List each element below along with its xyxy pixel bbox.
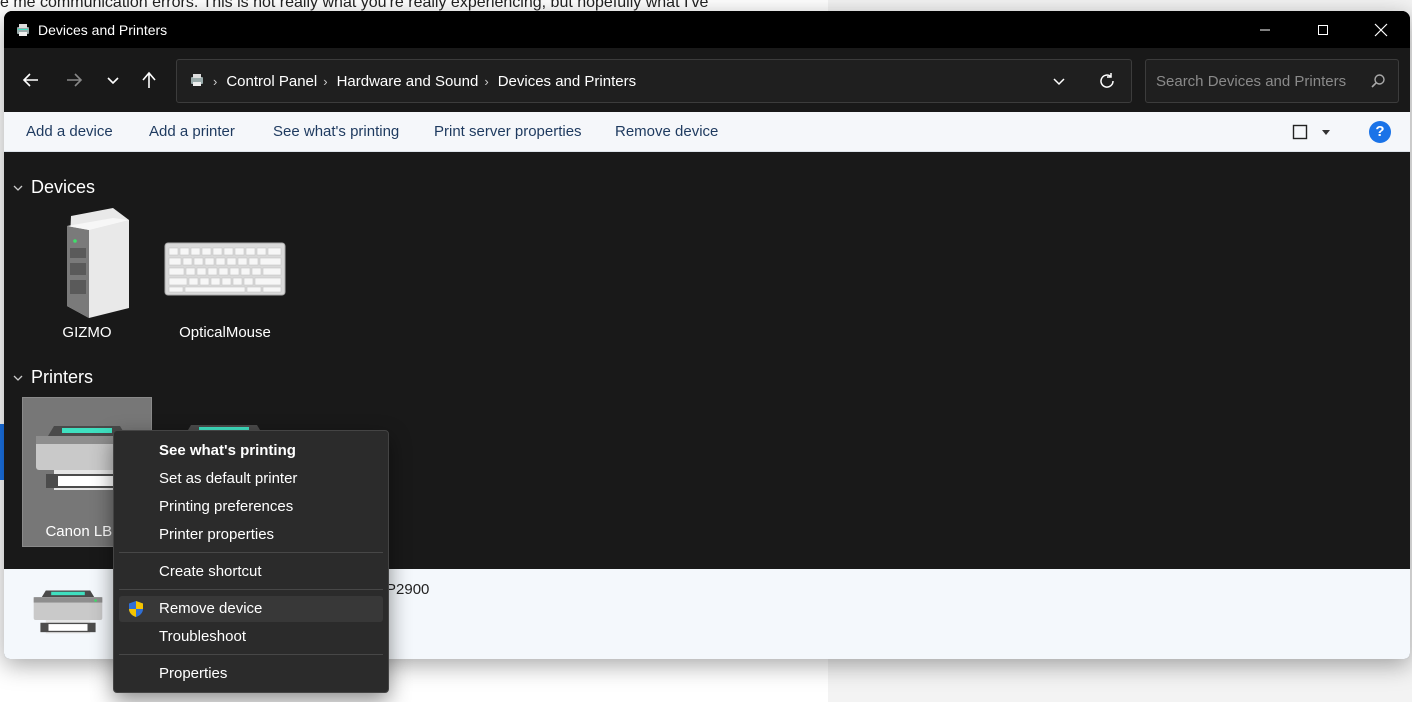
menu-item-see-whats-printing[interactable]: See what's printing — [119, 438, 383, 464]
device-label: GIZMO — [62, 324, 112, 341]
view-pane-icon — [1292, 124, 1308, 140]
devices-printers-app-icon — [14, 21, 32, 39]
add-printer-button[interactable]: Add a printer — [149, 112, 235, 152]
arrow-right-icon — [67, 73, 83, 87]
breadcrumb-devices-and-printers[interactable]: Devices and Printers — [498, 73, 636, 90]
search-input[interactable] — [1156, 72, 1356, 90]
refresh-button[interactable] — [1083, 60, 1131, 102]
search-box[interactable] — [1145, 59, 1399, 103]
menu-item-troubleshoot[interactable]: Troubleshoot — [119, 624, 383, 650]
device-gizmo[interactable]: GIZMO — [22, 208, 152, 348]
printer-icon — [33, 590, 103, 634]
recent-locations-button[interactable] — [97, 65, 129, 95]
breadcrumb-separator-icon[interactable]: › — [484, 74, 488, 89]
printer-context-menu: See what's printing Set as default print… — [113, 430, 389, 693]
arrow-left-icon — [22, 73, 38, 87]
change-view-button[interactable] — [1292, 123, 1340, 141]
menu-item-set-default-printer[interactable]: Set as default printer — [119, 466, 383, 492]
back-button[interactable] — [15, 65, 47, 95]
window-title: Devices and Printers — [38, 21, 168, 38]
menu-separator — [119, 552, 383, 553]
breadcrumb-control-panel[interactable]: Control Panel — [226, 73, 317, 90]
group-title: Devices — [31, 177, 96, 197]
caret-down-icon — [1322, 130, 1330, 135]
devices-group-header[interactable]: Devices — [12, 177, 95, 198]
computer-tower-icon — [67, 208, 129, 318]
device-opticalmouse[interactable]: OpticalMouse — [160, 208, 290, 348]
menu-separator — [119, 589, 383, 590]
chevron-down-icon — [107, 77, 119, 85]
arrow-up-icon — [142, 71, 156, 88]
address-history-button[interactable] — [1035, 60, 1083, 102]
see-whats-printing-button[interactable]: See what's printing — [273, 112, 399, 152]
minimize-icon — [1260, 29, 1270, 30]
print-server-properties-button[interactable]: Print server properties — [434, 112, 582, 152]
chevron-down-icon — [13, 375, 23, 381]
uac-shield-icon — [127, 600, 145, 627]
menu-separator — [119, 654, 383, 655]
menu-item-label: Remove device — [159, 600, 263, 617]
help-button[interactable]: ? — [1369, 121, 1391, 143]
menu-item-printer-properties[interactable]: Printer properties — [119, 522, 383, 548]
control-panel-location-icon — [189, 72, 207, 90]
menu-item-printing-preferences[interactable]: Printing preferences — [119, 494, 383, 520]
forward-button[interactable] — [58, 65, 90, 95]
command-bar: Add a device Add a printer See what's pr… — [4, 112, 1410, 152]
up-button[interactable] — [133, 65, 165, 95]
chevron-down-icon — [1053, 78, 1065, 86]
close-icon — [1374, 23, 1388, 36]
chevron-down-icon — [13, 185, 23, 191]
breadcrumb-hardware-and-sound[interactable]: Hardware and Sound — [337, 73, 479, 90]
breadcrumb-separator-icon[interactable]: › — [323, 74, 327, 89]
search-icon[interactable] — [1370, 73, 1386, 94]
address-bar[interactable]: › Control Panel › Hardware and Sound › D… — [176, 59, 1132, 103]
remove-device-button[interactable]: Remove device — [615, 112, 718, 152]
minimize-button[interactable] — [1236, 11, 1294, 48]
device-label: OpticalMouse — [179, 324, 271, 341]
menu-item-properties[interactable]: Properties — [119, 661, 383, 687]
breadcrumb-separator-icon: › — [213, 73, 218, 89]
printers-group-header[interactable]: Printers — [12, 367, 93, 388]
menu-item-remove-device[interactable]: Remove device — [119, 596, 383, 622]
close-button[interactable] — [1352, 11, 1410, 48]
maximize-icon — [1318, 24, 1328, 35]
group-title: Printers — [31, 367, 94, 387]
title-bar[interactable]: Devices and Printers — [4, 11, 1410, 48]
maximize-button[interactable] — [1294, 11, 1352, 48]
add-device-button[interactable]: Add a device — [26, 112, 113, 152]
navigation-bar: › Control Panel › Hardware and Sound › D… — [4, 48, 1410, 112]
details-device-name: P2900 — [386, 581, 430, 598]
menu-item-create-shortcut[interactable]: Create shortcut — [119, 559, 383, 585]
keyboard-icon — [164, 242, 286, 296]
refresh-icon — [1100, 73, 1114, 88]
